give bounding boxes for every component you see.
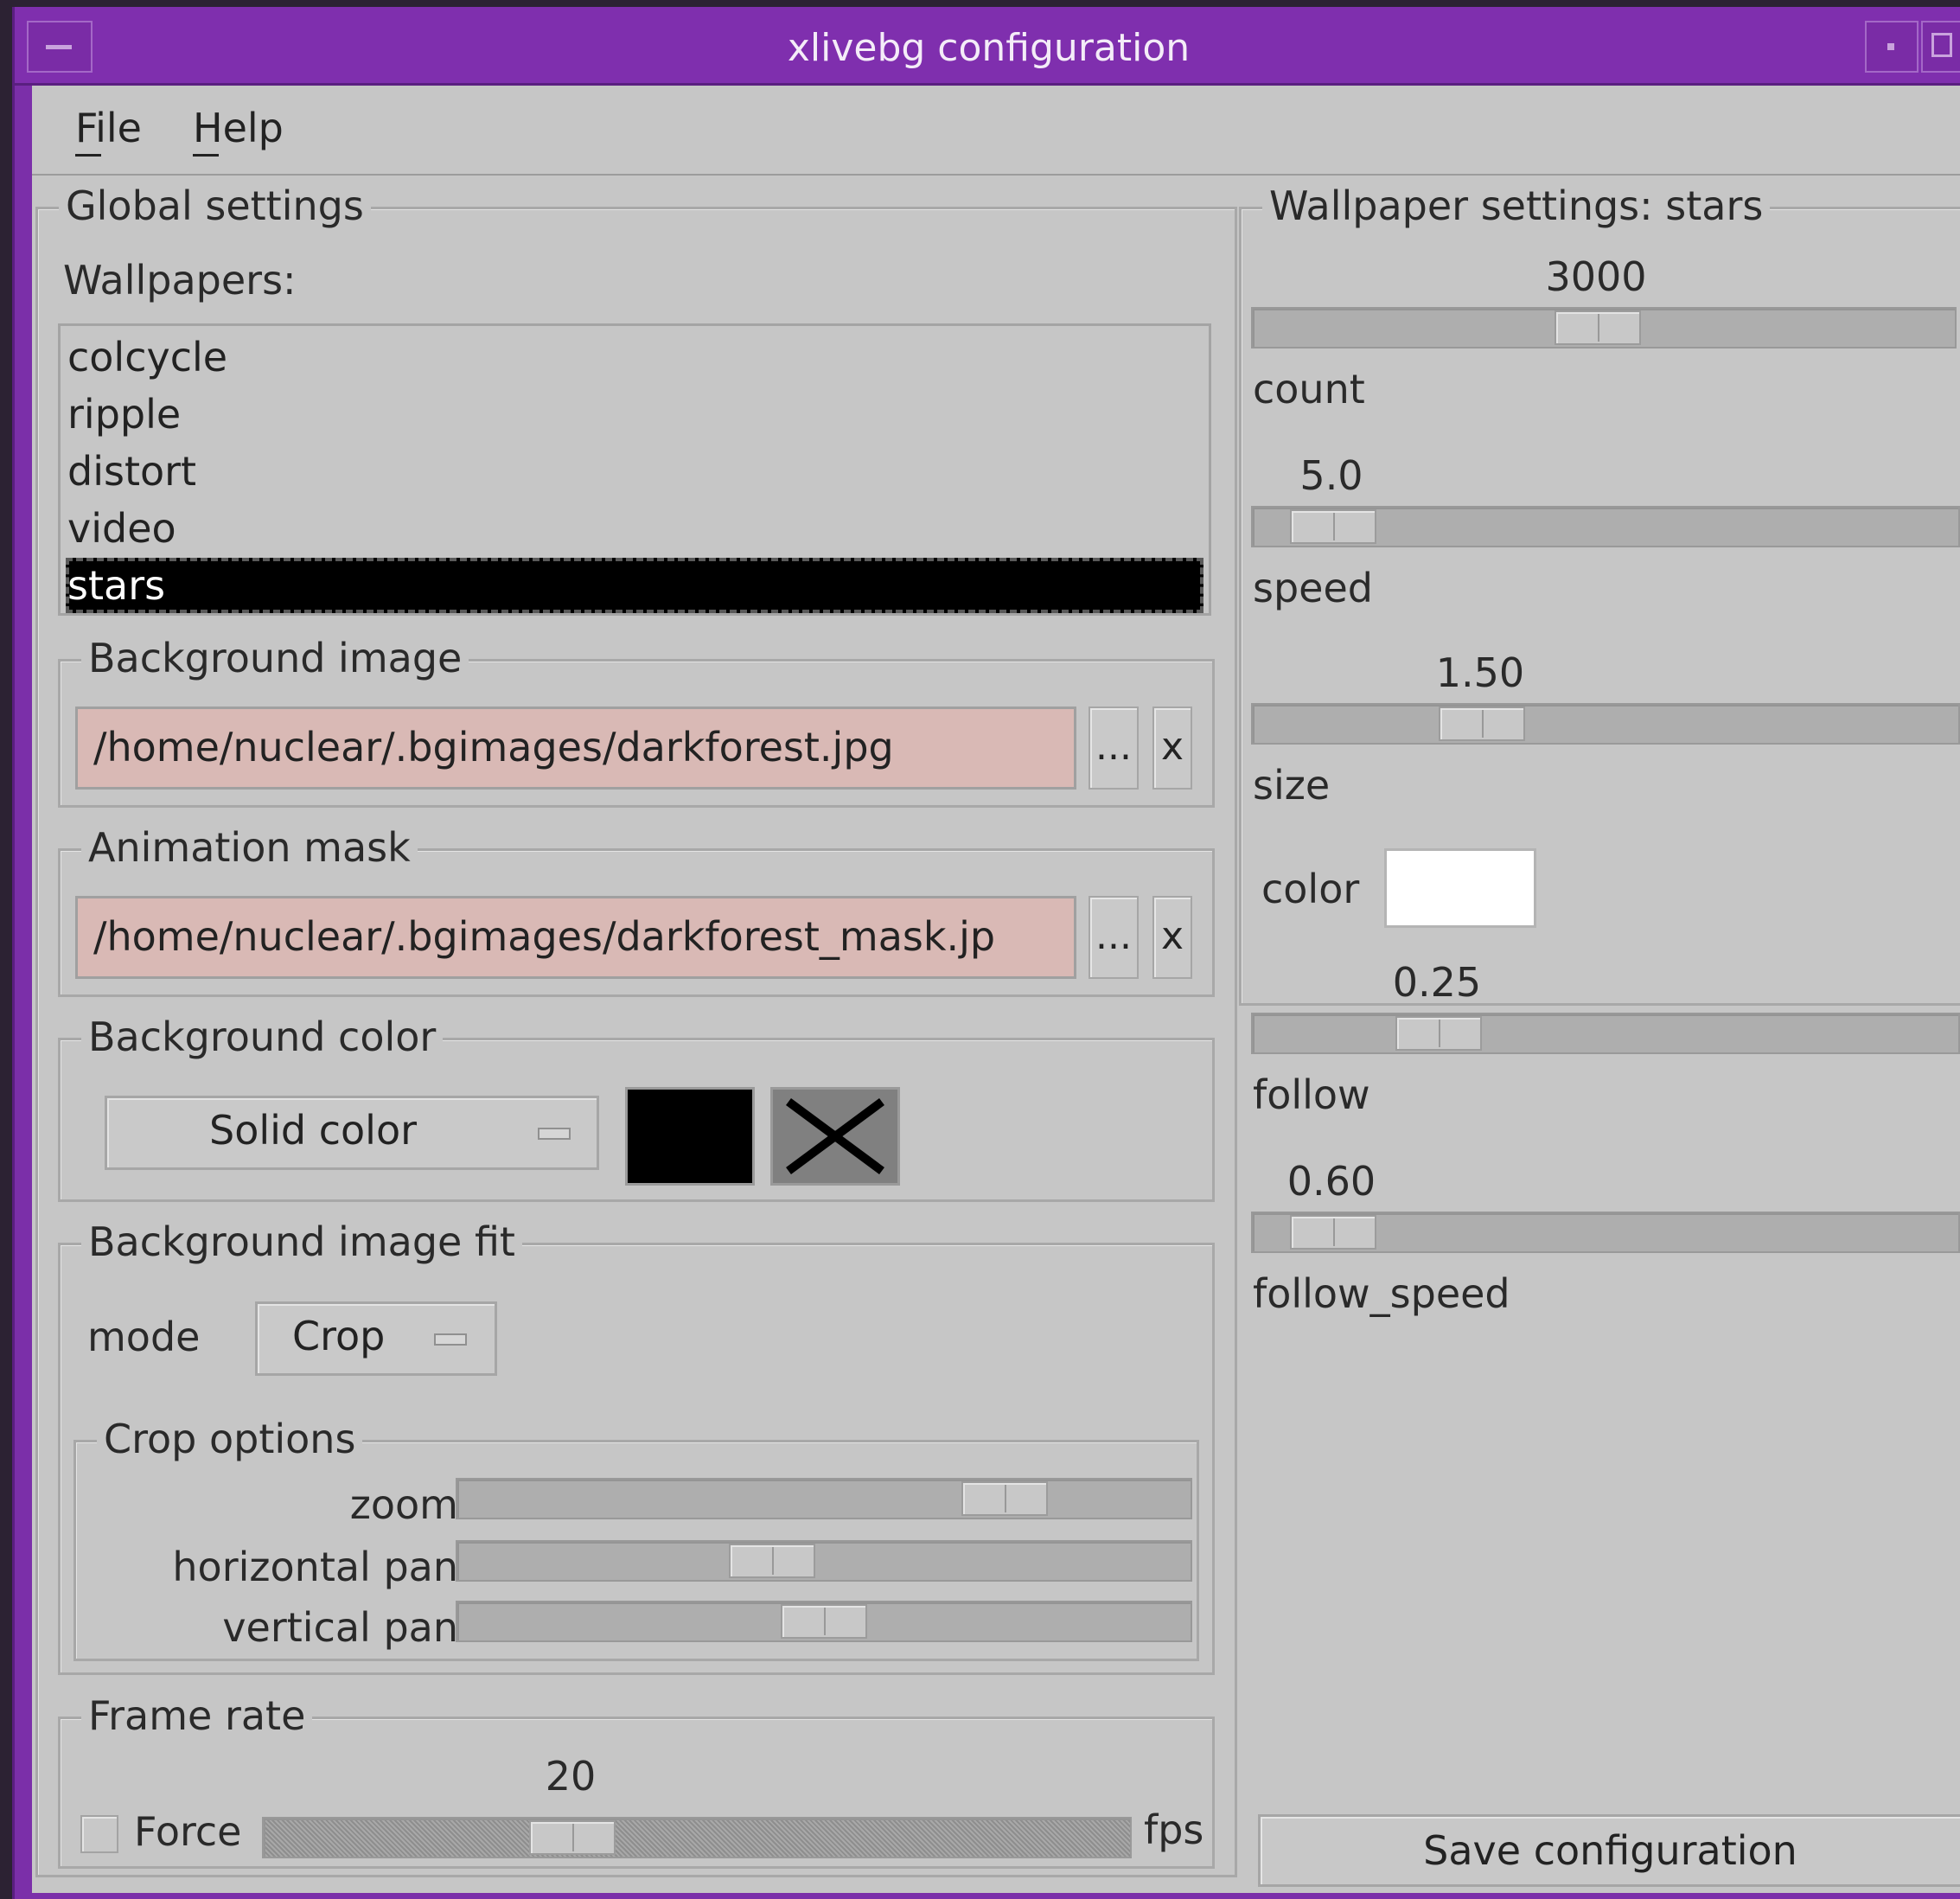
follow-speed-value: 0.60 [1286, 1158, 1376, 1205]
background-image-clear-button[interactable]: x [1152, 707, 1192, 790]
zoom-slider-thumb[interactable] [961, 1481, 1048, 1516]
wallpaper-settings-legend: Wallpaper settings: stars [1262, 180, 1771, 232]
menubar: File Help [32, 86, 1960, 176]
window-title: xlivebg configuration [787, 26, 1191, 70]
color-label: color [1261, 866, 1360, 912]
menu-file-label: File [75, 105, 142, 151]
size-value: 1.50 [1435, 649, 1525, 696]
client-area: File Help Global settings Wallpapers: co… [32, 86, 1960, 1893]
menu-help-label: Help [193, 105, 284, 151]
list-item[interactable]: colcycle [66, 329, 1203, 385]
save-configuration-button[interactable]: Save configuration [1258, 1814, 1960, 1887]
follow-slider[interactable] [1251, 1013, 1960, 1054]
size-slider-thumb[interactable] [1439, 707, 1525, 741]
clear-x-icon [786, 1097, 884, 1175]
list-item[interactable]: video [66, 501, 1203, 556]
star-color-swatch[interactable] [1384, 848, 1536, 928]
size-slider[interactable] [1251, 703, 1960, 745]
speed-value: 5.0 [1299, 452, 1363, 499]
background-image-fit-legend: Background image fit [81, 1216, 522, 1268]
vertical-pan-slider[interactable] [456, 1601, 1192, 1642]
background-image-browse-button[interactable]: ... [1089, 707, 1139, 790]
animation-mask-browse-button[interactable]: ... [1089, 896, 1139, 979]
fit-mode-value: Crop [292, 1313, 386, 1359]
follow-speed-label: follow_speed [1253, 1270, 1510, 1317]
title-bar[interactable]: xlivebg configuration [15, 7, 1960, 86]
follow-value: 0.25 [1392, 959, 1482, 1006]
horizontal-pan-label: horizontal pan [172, 1544, 458, 1590]
zoom-slider[interactable] [456, 1478, 1192, 1519]
dropdown-arrow-icon [538, 1128, 571, 1140]
fps-value: 20 [545, 1753, 597, 1800]
fit-mode-label: mode [87, 1314, 201, 1360]
zoom-label: zoom [349, 1481, 458, 1528]
maximize-button[interactable] [1921, 21, 1960, 73]
app-window: xlivebg configuration File Help Global s… [12, 7, 1960, 1899]
follow-label: follow [1253, 1071, 1370, 1118]
background-color-mode-select[interactable]: Solid color [105, 1096, 599, 1170]
follow-slider-thumb[interactable] [1395, 1016, 1482, 1051]
count-label: count [1253, 366, 1365, 412]
horizontal-pan-slider-thumb[interactable] [729, 1544, 815, 1578]
list-item[interactable]: ripple [66, 387, 1203, 442]
background-image-legend: Background image [81, 632, 469, 684]
fps-slider[interactable] [262, 1817, 1132, 1858]
background-image-path-field[interactable]: /home/nuclear/.bgimages/darkforest.jpg [75, 707, 1076, 790]
minimize-button[interactable] [1865, 21, 1919, 73]
animation-mask-clear-button[interactable]: x [1152, 896, 1192, 979]
menu-file[interactable]: File [75, 105, 142, 157]
follow-speed-slider[interactable] [1251, 1212, 1960, 1253]
fps-slider-thumb[interactable] [529, 1820, 616, 1855]
list-item-selected[interactable]: stars [66, 558, 1203, 613]
list-item[interactable]: distort [66, 444, 1203, 499]
wallpaper-list[interactable]: colcycle ripple distort video stars [58, 323, 1211, 616]
count-value: 3000 [1545, 253, 1647, 300]
follow-speed-slider-thumb[interactable] [1290, 1215, 1376, 1250]
crop-options-legend: Crop options [97, 1413, 363, 1465]
dropdown-arrow-icon [434, 1333, 467, 1346]
horizontal-pan-slider[interactable] [456, 1540, 1192, 1582]
vertical-pan-slider-thumb[interactable] [781, 1604, 867, 1639]
background-color2-swatch[interactable] [770, 1087, 900, 1186]
menu-help[interactable]: Help [193, 105, 284, 157]
background-color-legend: Background color [81, 1011, 444, 1063]
global-settings-legend: Global settings [59, 180, 371, 232]
size-label: size [1253, 762, 1331, 809]
force-label: Force [134, 1808, 242, 1855]
count-slider-thumb[interactable] [1555, 310, 1641, 345]
fps-unit-label: fps [1144, 1806, 1204, 1853]
frame-rate-legend: Frame rate [81, 1690, 313, 1742]
vertical-pan-label: vertical pan [222, 1604, 458, 1651]
animation-mask-path-field[interactable]: /home/nuclear/.bgimages/darkforest_mask.… [75, 896, 1076, 979]
count-slider[interactable] [1251, 307, 1957, 348]
animation-mask-legend: Animation mask [81, 822, 418, 873]
background-color-mode-value: Solid color [209, 1107, 417, 1154]
speed-slider-thumb[interactable] [1290, 509, 1376, 544]
force-checkbox[interactable] [80, 1815, 118, 1853]
speed-slider[interactable] [1251, 506, 1960, 547]
fit-mode-select[interactable]: Crop [255, 1301, 497, 1376]
wallpapers-label: Wallpapers: [63, 257, 297, 304]
speed-label: speed [1253, 565, 1373, 611]
background-color-swatch[interactable] [625, 1087, 755, 1186]
